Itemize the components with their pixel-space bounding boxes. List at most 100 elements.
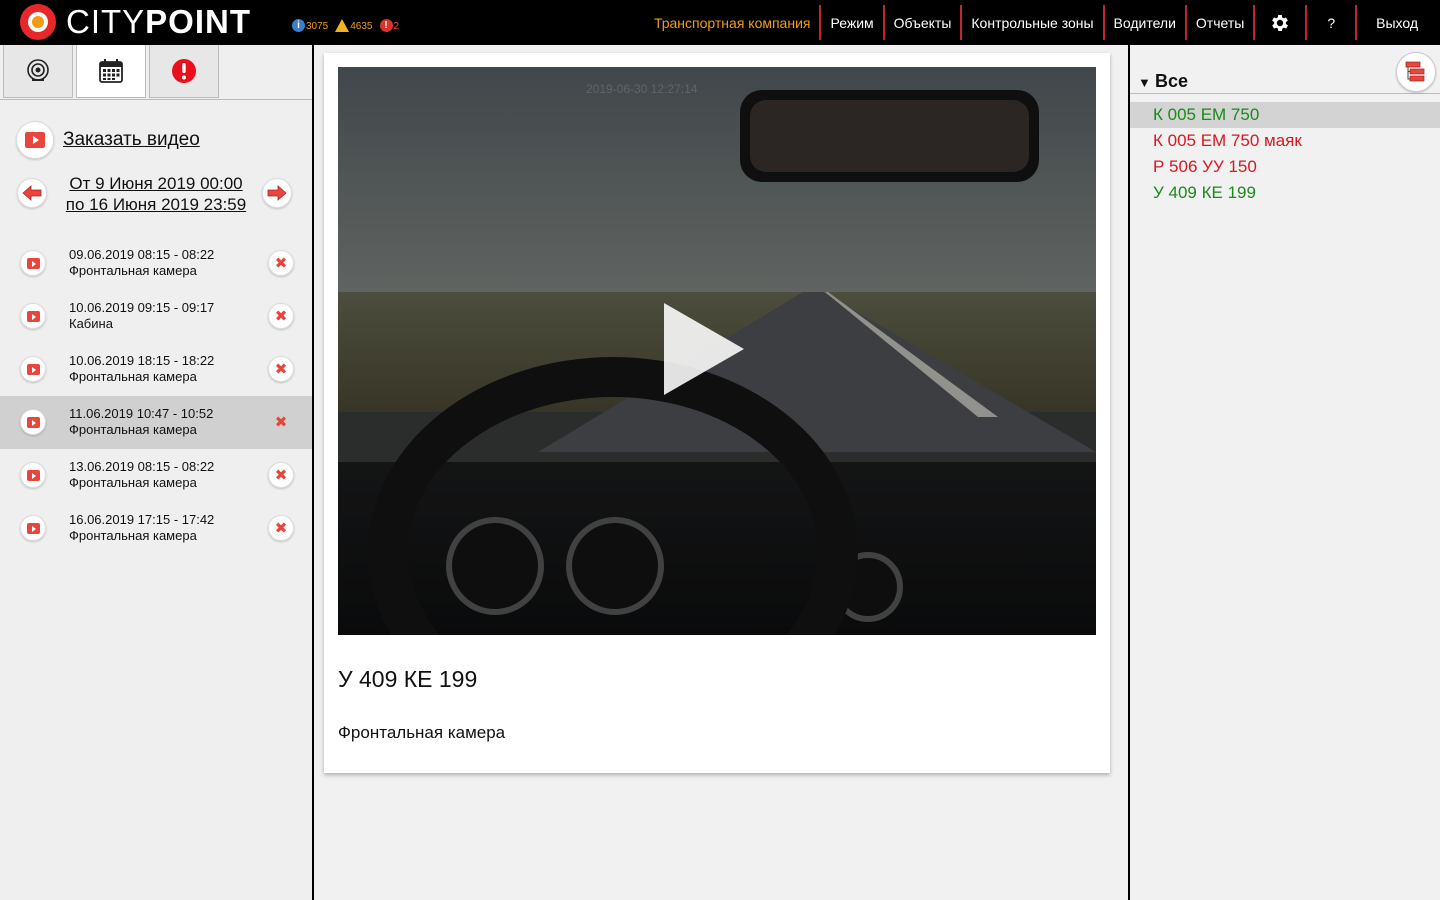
- video-play-icon: [26, 310, 40, 322]
- tab-alerts[interactable]: [149, 45, 219, 98]
- tree-list-icon: [1405, 61, 1425, 82]
- video-list-item-selected[interactable]: 11.06.2019 10:47 - 10:52 Фронтальная кам…: [0, 396, 312, 449]
- video-play-icon: [26, 257, 40, 269]
- warning-indicator[interactable]: 4635: [335, 14, 373, 32]
- logout-button[interactable]: Выход: [1357, 0, 1440, 45]
- video-list-item[interactable]: 13.06.2019 08:15 - 08:22 Фронтальная кам…: [0, 449, 312, 502]
- video-list-item[interactable]: 10.06.2019 09:15 - 09:17 Кабина ✖: [0, 290, 312, 343]
- logo[interactable]: CITYPOINT: [20, 4, 251, 40]
- nav-reports[interactable]: Отчеты: [1187, 0, 1253, 45]
- error-icon: !: [379, 19, 393, 32]
- nav-mode[interactable]: Режим: [821, 0, 882, 45]
- help-button[interactable]: ?: [1307, 0, 1355, 45]
- order-video-link[interactable]: Заказать видео: [63, 129, 200, 151]
- order-video-button[interactable]: [16, 121, 54, 159]
- video-play-icon: [25, 132, 45, 148]
- top-bar: CITYPOINT i 3075 4635 ! 2 Транспортная к…: [0, 0, 1440, 45]
- delete-video-button[interactable]: ✖: [268, 515, 294, 541]
- nav-drivers[interactable]: Водители: [1105, 0, 1185, 45]
- video-list-item[interactable]: 09.06.2019 08:15 - 08:22 Фронтальная кам…: [0, 237, 312, 290]
- video-play-button[interactable]: [20, 462, 46, 488]
- video-camera: Кабина: [69, 316, 113, 331]
- video-time: 11.06.2019 10:47 - 10:52: [69, 406, 214, 421]
- gear-icon: [1272, 14, 1289, 31]
- nav-company[interactable]: Транспортная компания: [645, 0, 820, 45]
- video-camera: Фронтальная камера: [69, 475, 197, 490]
- video-camera: Фронтальная камера: [69, 528, 197, 543]
- vehicle-item[interactable]: К 005 ЕМ 750 маяк: [1130, 128, 1440, 154]
- period-prev-button[interactable]: [17, 178, 47, 208]
- video-player[interactable]: 2019-06-30 12:27:14: [338, 67, 1096, 635]
- video-play-icon: [26, 469, 40, 481]
- vehicle-item[interactable]: Р 506 УУ 150: [1130, 154, 1440, 180]
- vehicle-item[interactable]: К 005 ЕМ 750: [1130, 102, 1440, 128]
- video-time: 10.06.2019 09:15 - 09:17: [69, 300, 215, 315]
- video-time: 16.06.2019 17:15 - 17:42: [69, 512, 215, 527]
- calendar-icon: [99, 59, 123, 83]
- chevron-down-icon[interactable]: ▼: [1138, 75, 1151, 90]
- warning-icon: [335, 19, 350, 32]
- warning-count: 4635: [350, 21, 373, 32]
- tree-group-all[interactable]: Все: [1155, 71, 1188, 92]
- vehicle-groups-button[interactable]: [1396, 52, 1436, 92]
- video-play-button[interactable]: [20, 515, 46, 541]
- video-requests-panel: Заказать видео От 9 Июня 2019 00:00 по 1…: [0, 45, 314, 900]
- left-tabs: [0, 45, 312, 100]
- delete-video-button[interactable]: ✖: [268, 303, 294, 329]
- notification-indicators: i 3075 4635 ! 2: [292, 14, 399, 32]
- period-label[interactable]: От 9 Июня 2019 00:00 по 16 Июня 2019 23:…: [54, 173, 258, 215]
- play-icon[interactable]: [664, 303, 744, 395]
- vehicle-item[interactable]: У 409 КЕ 199: [1130, 180, 1440, 206]
- video-camera-label: Фронтальная камера: [338, 723, 506, 742]
- video-play-button[interactable]: [20, 303, 46, 329]
- close-icon: ✖: [274, 361, 288, 378]
- nav-control-zones[interactable]: Контрольные зоны: [962, 0, 1102, 45]
- video-camera: Фронтальная камера: [69, 263, 197, 278]
- error-count: 2: [393, 21, 400, 32]
- info-count: 3075: [306, 21, 329, 32]
- delete-video-button[interactable]: ✖: [268, 409, 294, 435]
- video-play-button[interactable]: [20, 409, 46, 435]
- delete-video-button[interactable]: ✖: [268, 250, 294, 276]
- close-icon: ✖: [274, 255, 288, 272]
- video-list-item[interactable]: 16.06.2019 17:15 - 17:42 Фронтальная кам…: [0, 502, 312, 555]
- logo-mark-icon: [20, 4, 56, 40]
- delete-video-button[interactable]: ✖: [268, 462, 294, 488]
- settings-button[interactable]: [1255, 0, 1305, 45]
- info-indicator[interactable]: i 3075: [292, 14, 328, 32]
- video-play-icon: [26, 416, 40, 428]
- video-vehicle-title: У 409 КЕ 199: [338, 666, 478, 692]
- alert-icon: [172, 59, 196, 83]
- video-play-button[interactable]: [20, 356, 46, 382]
- order-video-row: Заказать видео: [16, 121, 200, 159]
- logo-text: CITYPOINT: [66, 3, 252, 40]
- nav-objects[interactable]: Объекты: [885, 0, 961, 45]
- video-card: 2019-06-30 12:27:14 У 409 КЕ 199 Фронтал…: [324, 53, 1110, 773]
- close-icon: ✖: [274, 467, 288, 484]
- period-selector: От 9 Июня 2019 00:00 по 16 Июня 2019 23:…: [16, 173, 296, 217]
- video-viewer: 2019-06-30 12:27:14 У 409 КЕ 199 Фронтал…: [314, 45, 1128, 900]
- video-play-button[interactable]: [20, 250, 46, 276]
- error-indicator[interactable]: ! 2: [379, 14, 400, 32]
- video-camera: Фронтальная камера: [69, 369, 197, 384]
- video-play-icon: [26, 363, 40, 375]
- tab-camera[interactable]: [3, 45, 73, 98]
- delete-video-button[interactable]: ✖: [268, 356, 294, 382]
- video-list-item[interactable]: 10.06.2019 18:15 - 18:22 Фронтальная кам…: [0, 343, 312, 396]
- video-timestamp: 2019-06-30 12:27:14: [586, 82, 698, 96]
- arrow-left-icon: [22, 185, 42, 201]
- vehicle-list: К 005 ЕМ 750 К 005 ЕМ 750 маяк Р 506 УУ …: [1130, 102, 1440, 206]
- period-from: От 9 Июня 2019 00:00: [69, 174, 243, 193]
- video-time: 09.06.2019 08:15 - 08:22: [69, 247, 215, 262]
- info-icon: i: [292, 19, 305, 32]
- close-icon: ✖: [274, 308, 288, 325]
- video-play-icon: [26, 522, 40, 534]
- period-next-button[interactable]: [262, 178, 292, 208]
- camera-icon: [27, 59, 49, 81]
- video-camera: Фронтальная камера: [69, 422, 197, 437]
- main-nav: Транспортная компания Режим Объекты Конт…: [645, 0, 1440, 45]
- vehicle-tree-header: ▼ Все: [1130, 45, 1440, 94]
- close-icon: ✖: [274, 414, 288, 431]
- video-time: 10.06.2019 18:15 - 18:22: [69, 353, 215, 368]
- tab-calendar[interactable]: [76, 45, 146, 98]
